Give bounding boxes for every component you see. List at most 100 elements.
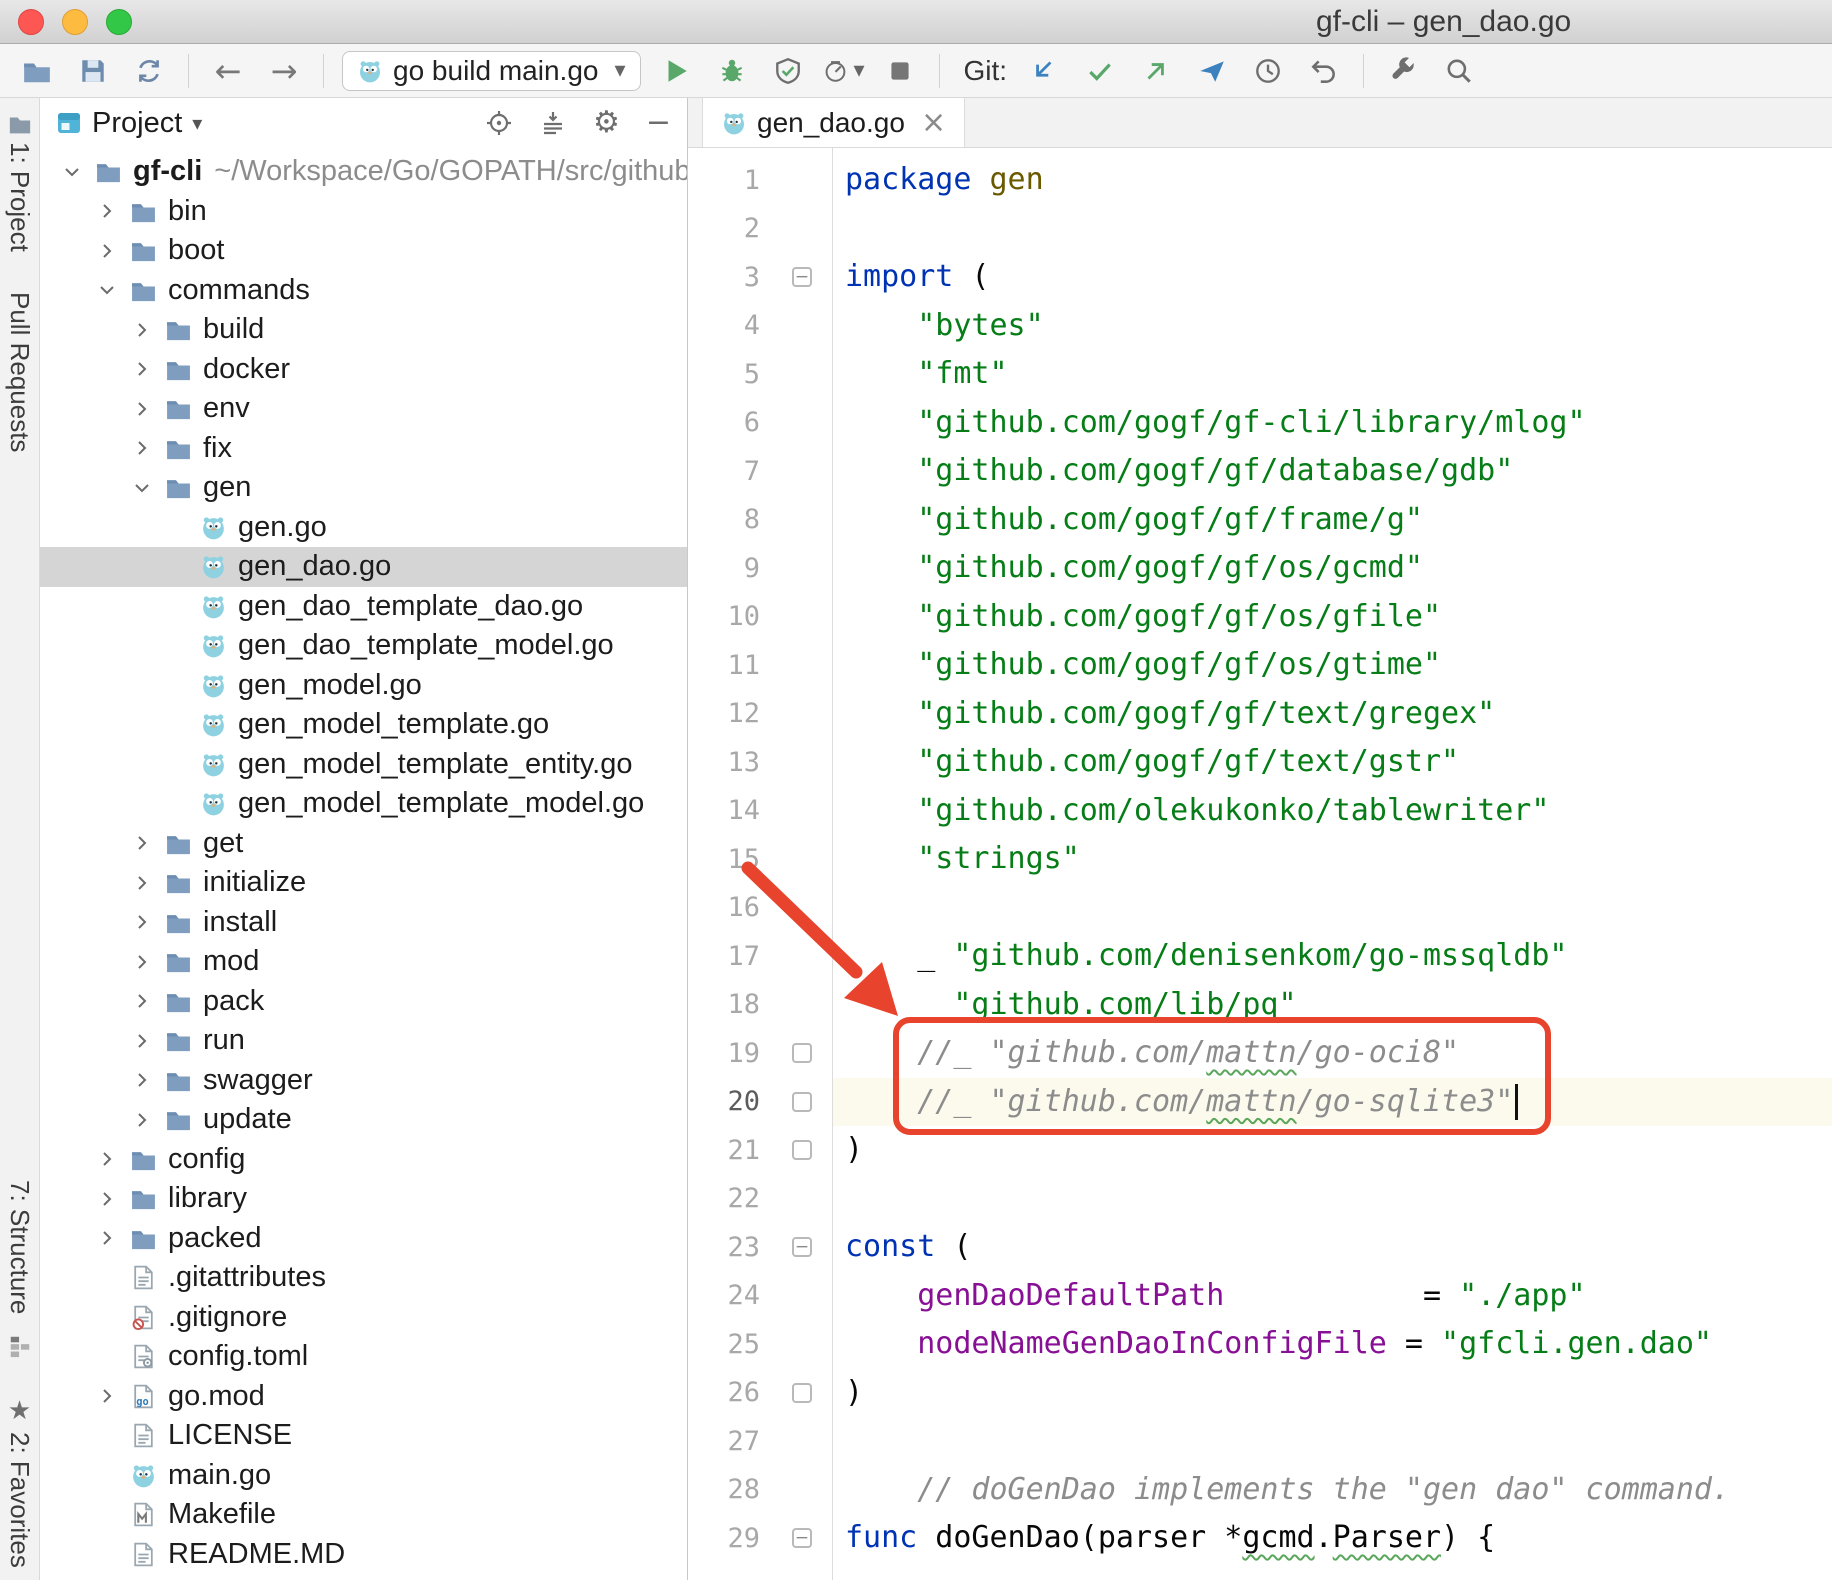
chevron-right-icon[interactable] xyxy=(89,1388,125,1404)
forward-button[interactable]: → xyxy=(263,50,305,92)
stop-button[interactable] xyxy=(879,50,921,92)
tree-item-makefile[interactable]: Makefile xyxy=(40,1495,687,1535)
tree-item-gen-model-template-go[interactable]: gen_model_template.go xyxy=(40,705,687,745)
code-line-12[interactable]: "github.com/gogf/gf/text/gregex" xyxy=(833,690,1832,739)
tree-item-pack[interactable]: pack xyxy=(40,982,687,1022)
fold-marker-icon[interactable] xyxy=(792,1382,812,1403)
tree-item-gen-dao-go[interactable]: gen_dao.go xyxy=(40,547,687,587)
code-line-29[interactable]: func doGenDao(parser *gcmd.Parser) { xyxy=(833,1514,1832,1563)
code-line-19[interactable]: //_ "github.com/mattn/go-oci8" xyxy=(833,1029,1832,1078)
git-history-button[interactable] xyxy=(1247,50,1289,92)
tree-item-initialize[interactable]: initialize xyxy=(40,863,687,903)
tree-item-packed[interactable]: packed xyxy=(40,1219,687,1259)
code-line-7[interactable]: "github.com/gogf/gf/database/gdb" xyxy=(833,447,1832,496)
tree-item-commands[interactable]: commands xyxy=(40,271,687,311)
tree-item--gitattributes[interactable]: .gitattributes xyxy=(40,1258,687,1298)
zoom-window-button[interactable] xyxy=(106,8,132,35)
tree-item-env[interactable]: env xyxy=(40,389,687,429)
code-line-8[interactable]: "github.com/gogf/gf/frame/g" xyxy=(833,496,1832,545)
code-line-28[interactable]: // doGenDao implements the "gen dao" com… xyxy=(833,1466,1832,1515)
chevron-right-icon[interactable] xyxy=(89,243,125,259)
debug-button[interactable] xyxy=(711,50,753,92)
chevron-right-icon[interactable] xyxy=(89,1191,125,1207)
tree-item-go-mod[interactable]: go go.mod xyxy=(40,1377,687,1417)
chevron-right-icon[interactable] xyxy=(124,322,160,338)
chevron-right-icon[interactable] xyxy=(124,361,160,377)
project-panel-title[interactable]: Project xyxy=(92,107,182,140)
code-line-10[interactable]: "github.com/gogf/gf/os/gfile" xyxy=(833,593,1832,642)
code-line-6[interactable]: "github.com/gogf/gf-cli/library/mlog" xyxy=(833,399,1832,448)
fold-marker-icon[interactable] xyxy=(792,1043,812,1064)
tree-item-library[interactable]: library xyxy=(40,1179,687,1219)
fold-marker-icon[interactable] xyxy=(792,1140,812,1161)
editor-tab-gen-dao[interactable]: gen_dao.go × xyxy=(702,98,966,147)
tool-window-button-pull-requests[interactable]: Pull Requests xyxy=(4,292,35,452)
chevron-right-icon[interactable] xyxy=(124,914,160,930)
code-line-23[interactable]: const ( xyxy=(833,1223,1832,1272)
tree-item-config-toml[interactable]: config.toml xyxy=(40,1337,687,1377)
coverage-button[interactable] xyxy=(767,50,809,92)
git-push-button[interactable] xyxy=(1135,50,1177,92)
chevron-down-icon[interactable] xyxy=(54,164,90,180)
tree-item-gen-model-go[interactable]: gen_model.go xyxy=(40,666,687,706)
tree-item-get[interactable]: get xyxy=(40,824,687,864)
code-line-14[interactable]: "github.com/olekukonko/tablewriter" xyxy=(833,787,1832,836)
fold-marker-icon[interactable] xyxy=(792,1091,812,1112)
code-line-13[interactable]: "github.com/gogf/gf/text/gstr" xyxy=(833,738,1832,787)
tree-item-gen-model-template-entity-go[interactable]: gen_model_template_entity.go xyxy=(40,745,687,785)
git-update-button[interactable] xyxy=(1023,50,1065,92)
tree-item-boot[interactable]: boot xyxy=(40,231,687,271)
tree-item-mod[interactable]: mod xyxy=(40,942,687,982)
close-window-button[interactable] xyxy=(18,8,44,35)
tree-item-main-go[interactable]: main.go xyxy=(40,1456,687,1496)
tree-item-run[interactable]: run xyxy=(40,1021,687,1061)
tree-item-gen[interactable]: gen xyxy=(40,468,687,508)
chevron-right-icon[interactable] xyxy=(124,1072,160,1088)
settings-wrench-button[interactable] xyxy=(1382,50,1424,92)
collapse-all-icon[interactable] xyxy=(539,109,567,137)
code-line-9[interactable]: "github.com/gogf/gf/os/gcmd" xyxy=(833,544,1832,593)
code-line-22[interactable] xyxy=(833,1175,1832,1224)
tree-item-gen-go[interactable]: gen.go xyxy=(40,508,687,548)
fold-marker-icon[interactable]: − xyxy=(792,1237,812,1258)
code-line-3[interactable]: import ( xyxy=(833,253,1832,302)
back-button[interactable]: ← xyxy=(207,50,249,92)
chevron-right-icon[interactable] xyxy=(124,954,160,970)
code-line-20[interactable]: //_ "github.com/mattn/go-sqlite3" xyxy=(833,1077,1832,1126)
tool-window-button-favorites[interactable]: 2: Favorites xyxy=(4,1432,35,1568)
code-line-26[interactable]: ) xyxy=(833,1369,1832,1418)
tree-item-config[interactable]: config xyxy=(40,1140,687,1180)
profiler-button[interactable]: ▾ xyxy=(823,50,865,92)
chevron-right-icon[interactable] xyxy=(124,835,160,851)
code-line-1[interactable]: package gen xyxy=(833,156,1832,205)
chevron-right-icon[interactable] xyxy=(89,1230,125,1246)
tree-item-swagger[interactable]: swagger xyxy=(40,1061,687,1101)
tree-item-license[interactable]: LICENSE xyxy=(40,1416,687,1456)
code-line-18[interactable]: _ "github.com/lib/pq" xyxy=(833,981,1832,1030)
tree-item-docker[interactable]: docker xyxy=(40,350,687,390)
code-line-17[interactable]: _ "github.com/denisenkom/go-mssqldb" xyxy=(833,932,1832,981)
run-config-select[interactable]: go build main.go ▾ xyxy=(342,50,641,91)
gear-icon[interactable]: ⚙ xyxy=(593,108,620,138)
editor-code[interactable]: package gen import ( "bytes" "fmt" "githu… xyxy=(833,148,1832,1580)
save-all-button[interactable] xyxy=(72,50,114,92)
synchronize-button[interactable] xyxy=(128,50,170,92)
chevron-right-icon[interactable] xyxy=(124,993,160,1009)
chevron-right-icon[interactable] xyxy=(124,1112,160,1128)
code-line-2[interactable] xyxy=(833,205,1832,254)
git-fetch-button[interactable] xyxy=(1191,50,1233,92)
code-line-27[interactable] xyxy=(833,1417,1832,1466)
run-button[interactable] xyxy=(655,50,697,92)
minimize-window-button[interactable] xyxy=(62,8,88,35)
tree-item-gen-model-template-model-go[interactable]: gen_model_template_model.go xyxy=(40,784,687,824)
close-tab-icon[interactable]: × xyxy=(921,107,946,138)
chevron-right-icon[interactable] xyxy=(124,875,160,891)
fold-marker-icon[interactable]: − xyxy=(792,267,812,288)
chevron-down-icon[interactable] xyxy=(89,282,125,298)
tree-item-build[interactable]: build xyxy=(40,310,687,350)
tool-window-button-project[interactable]: 1: Project xyxy=(4,142,35,252)
locate-file-icon[interactable] xyxy=(485,109,513,137)
open-button[interactable] xyxy=(16,50,58,92)
chevron-right-icon[interactable] xyxy=(124,440,160,456)
chevron-right-icon[interactable] xyxy=(124,401,160,417)
